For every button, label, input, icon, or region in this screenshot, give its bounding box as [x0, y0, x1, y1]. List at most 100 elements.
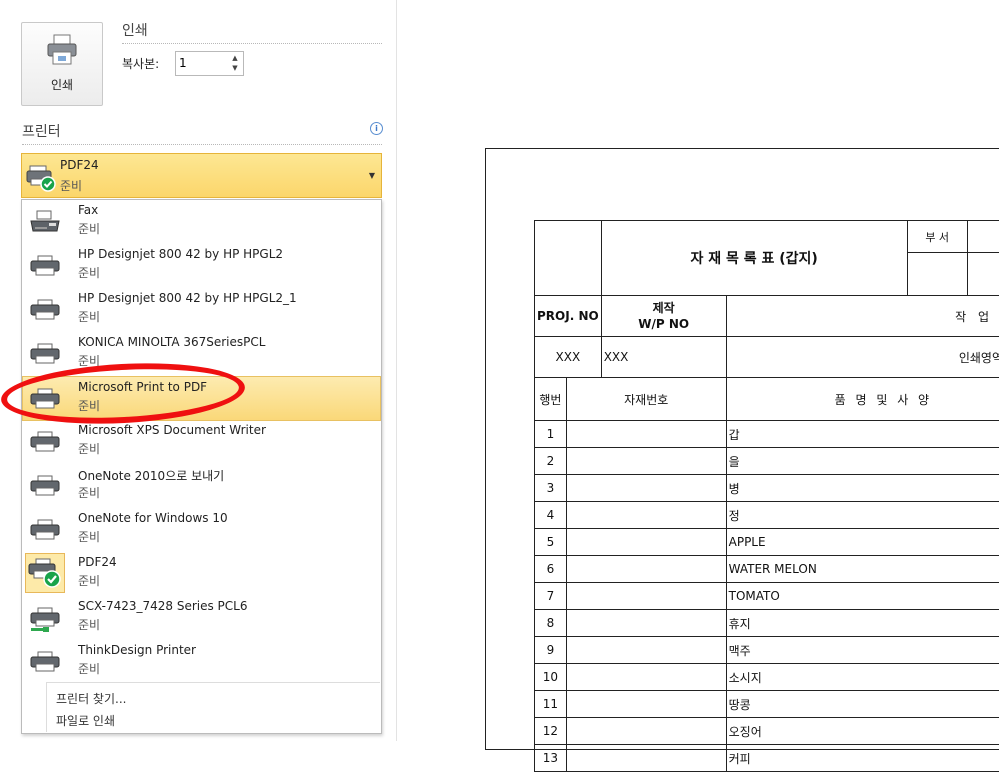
spin-down-icon[interactable]: ▼: [229, 63, 241, 73]
spec-cell: 커피: [726, 745, 999, 772]
printer-icon: [29, 429, 61, 455]
row-no-cell: 8: [535, 610, 567, 637]
dept-value: [967, 221, 999, 253]
printer-icon: [29, 649, 61, 675]
proj-no-label: PROJ. NO: [535, 296, 602, 337]
printer-item-onenote-windows-10[interactable]: OneNote for Windows 10 준비: [23, 508, 380, 551]
dept-cell: [907, 253, 967, 296]
fax-icon: [29, 209, 61, 235]
work-value: 인쇄영역: [726, 337, 999, 378]
table-row: 12 오징어: [535, 718, 999, 745]
empty-cell: [967, 253, 999, 296]
spec-cell: 소시지: [726, 664, 999, 691]
printer-status: 준비: [78, 484, 100, 501]
spec-cell: WATER MELON: [726, 556, 999, 583]
printer-name: Fax: [78, 203, 98, 217]
printer-select[interactable]: PDF24 준비 ▼: [21, 153, 382, 198]
spec-cell: 을: [726, 448, 999, 475]
material-no-header: 자재번호: [566, 378, 726, 421]
table-row: 5 APPLE: [535, 529, 999, 556]
printer-icon: [29, 297, 61, 323]
printer-name: ThinkDesign Printer: [78, 643, 196, 657]
printer-icon: [29, 517, 61, 543]
material-no-cell: [566, 448, 726, 475]
logo-cell: [535, 221, 602, 296]
spin-up-icon[interactable]: ▲: [229, 53, 241, 63]
copies-stepper[interactable]: ▲ ▼: [175, 51, 244, 76]
printer-status: 준비: [78, 308, 100, 325]
spec-cell: 갑: [726, 421, 999, 448]
printer-item-onenote-2010[interactable]: OneNote 2010으로 보내기 준비: [23, 464, 380, 507]
printer-status: 준비: [78, 264, 100, 281]
printer-status: 준비: [78, 572, 100, 589]
printer-item-microsoft-xps[interactable]: Microsoft XPS Document Writer 준비: [23, 420, 380, 463]
work-label: 작 업: [726, 296, 999, 337]
printer-status: 준비: [78, 660, 100, 677]
info-icon[interactable]: i: [370, 122, 383, 135]
proj-no-value: XXX: [535, 337, 602, 378]
printer-status: 준비: [78, 220, 100, 237]
spec-header: 품 명 및 사 양: [726, 378, 999, 421]
copies-input[interactable]: [179, 54, 221, 71]
table-row: 7 TOMATO: [535, 583, 999, 610]
printer-item-scx-7423[interactable]: SCX-7423_7428 Series PCL6 준비: [23, 596, 380, 639]
selected-printer-status: 준비: [60, 177, 82, 194]
row-no-cell: 5: [535, 529, 567, 556]
printer-item-hp-designjet-hpgl2-1[interactable]: HP Designjet 800 42 by HP HPGL2_1 준비: [23, 288, 380, 331]
material-no-cell: [566, 718, 726, 745]
printer-item-pdf24[interactable]: PDF24 준비: [23, 552, 380, 595]
material-no-cell: [566, 583, 726, 610]
spec-cell: TOMATO: [726, 583, 999, 610]
copies-label: 복사본:: [122, 55, 159, 72]
row-no-cell: 1: [535, 421, 567, 448]
printer-name: Microsoft XPS Document Writer: [78, 423, 266, 437]
doc-title: 자 재 목 록 표 (갑지): [601, 221, 907, 296]
printer-name: KONICA MINOLTA 367SeriesPCL: [78, 335, 265, 349]
material-no-cell: [566, 502, 726, 529]
divider: [22, 144, 382, 145]
material-no-cell: [566, 610, 726, 637]
divider: [46, 682, 380, 683]
printer-name: SCX-7423_7428 Series PCL6: [78, 599, 248, 613]
row-no-cell: 3: [535, 475, 567, 502]
spec-cell: 병: [726, 475, 999, 502]
printer-dropdown-list: Fax 준비 HP Designjet 800 42 by HP HPGL2 준…: [21, 199, 382, 734]
printer-status: 준비: [78, 440, 100, 457]
printer-icon: [47, 33, 77, 67]
table-row: 11땅콩: [535, 691, 999, 718]
row-no-cell: 7: [535, 583, 567, 610]
spec-cell: 맥주: [726, 637, 999, 664]
printer-item-hp-designjet-hpgl2[interactable]: HP Designjet 800 42 by HP HPGL2 준비: [23, 244, 380, 287]
printer-status: 준비: [78, 616, 100, 633]
material-no-cell: [566, 421, 726, 448]
dropdown-arrow-icon: ▼: [369, 171, 375, 180]
dept-label: 부 서: [907, 221, 967, 253]
print-to-file-option[interactable]: 파일로 인쇄: [56, 712, 115, 729]
table-row: 1갑: [535, 421, 999, 448]
spec-cell: 오징어: [726, 718, 999, 745]
table-row: 6WATER MELON: [535, 556, 999, 583]
spec-cell: 휴지: [726, 610, 999, 637]
divider: [122, 43, 382, 44]
row-no-cell: 12: [535, 718, 567, 745]
spec-cell: 정: [726, 502, 999, 529]
printer-item-thinkdesign[interactable]: ThinkDesign Printer 준비: [23, 640, 380, 683]
print-section-title: 인쇄: [122, 20, 148, 40]
wp-no-value: XXX: [601, 337, 726, 378]
print-button-label: 인쇄: [22, 76, 102, 93]
find-printer-link[interactable]: 프린터 찾기...: [56, 690, 126, 707]
print-button[interactable]: 인쇄: [21, 22, 103, 106]
print-preview-page: 자 재 목 록 표 (갑지) 부 서 PROJ. NO 제작 W/P NO 작 …: [485, 148, 999, 750]
material-no-cell: [566, 529, 726, 556]
table-row: 13커피: [535, 745, 999, 772]
row-no-cell: 4: [535, 502, 567, 529]
material-no-cell: [566, 664, 726, 691]
material-no-cell: [566, 637, 726, 664]
spec-cell: APPLE: [726, 529, 999, 556]
material-no-cell: [566, 475, 726, 502]
selected-printer-name: PDF24: [60, 158, 99, 172]
table-row: 10소시지: [535, 664, 999, 691]
printer-default-icon: [26, 554, 64, 592]
printer-item-fax[interactable]: Fax 준비: [23, 200, 380, 243]
table-row: 4정: [535, 502, 999, 529]
